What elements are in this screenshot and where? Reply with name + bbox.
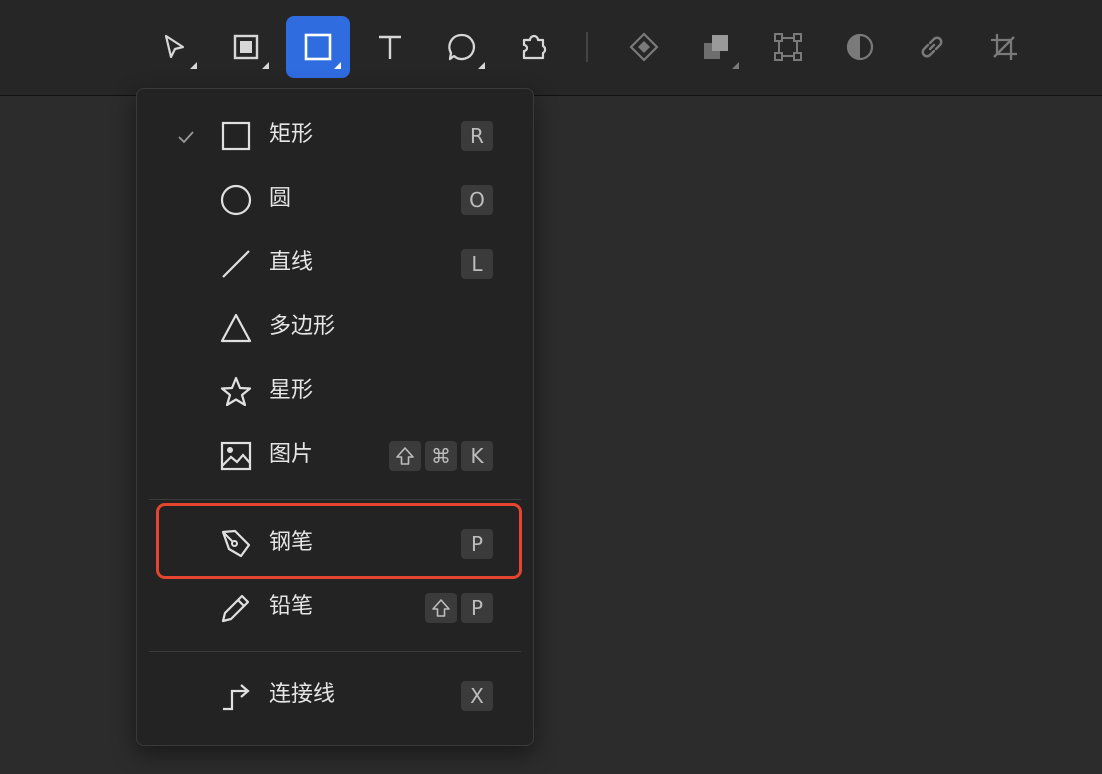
menu-item-label: 连接线 (269, 682, 336, 707)
menu-item-image[interactable]: 图片 ⌘ K (137, 430, 533, 482)
shift-key-icon (425, 593, 457, 623)
menu-item-connector[interactable]: 连接线 X (137, 670, 533, 722)
dropdown-corner-icon (732, 62, 739, 69)
move-tool-button[interactable] (142, 16, 206, 78)
dropdown-corner-icon (334, 62, 341, 69)
text-T-icon (379, 35, 401, 59)
text-tool-button[interactable] (358, 16, 422, 78)
link-tool-button[interactable] (900, 16, 964, 78)
component-tool-button[interactable] (612, 16, 676, 78)
menu-item-line[interactable]: 直线 L (137, 238, 533, 290)
menu-item-label: 多边形 (269, 314, 336, 339)
vector-points-icon (774, 33, 802, 61)
menu-separator (149, 499, 521, 500)
puzzle-piece-icon (522, 34, 547, 60)
pen-highlight-outline (156, 503, 522, 579)
dropdown-corner-icon (478, 62, 485, 69)
crop-icon (991, 34, 1017, 60)
comment-tool-button[interactable] (430, 16, 494, 78)
checkmark-icon (178, 131, 194, 144)
plugin-tool-button[interactable] (502, 16, 566, 78)
diamond-icon (629, 32, 659, 62)
menu-item-label: 铅笔 (269, 594, 314, 619)
rectangle-icon (304, 33, 332, 61)
shortcut-key: O (461, 185, 493, 215)
menu-item-circle[interactable]: 圆 O (137, 174, 533, 226)
menu-item-label: 矩形 (269, 122, 314, 147)
crop-tool-button[interactable] (972, 16, 1036, 78)
shortcut-key: X (461, 681, 493, 711)
frame-tool-button[interactable] (214, 16, 278, 78)
shape-tool-button[interactable] (286, 16, 350, 78)
shortcut-keys: R (461, 121, 493, 151)
boolean-squares-icon (704, 35, 728, 59)
shortcut-keys: X (461, 681, 493, 711)
shortcut-keys: L (461, 249, 493, 279)
menu-item-pencil[interactable]: 铅笔 P (137, 582, 533, 634)
vector-edit-tool-button[interactable] (756, 16, 820, 78)
shortcut-key: K (461, 441, 493, 471)
star-icon (220, 376, 252, 407)
toolbar-divider (586, 32, 588, 62)
shortcut-keys: O (461, 185, 493, 215)
menu-item-rectangle[interactable]: 矩形 R (137, 110, 533, 162)
menu-item-label: 直线 (269, 250, 314, 275)
menu-item-label: 图片 (269, 442, 314, 467)
shift-key-icon (389, 441, 421, 471)
link-icon (921, 36, 943, 58)
boolean-tool-button[interactable] (684, 16, 748, 78)
dropdown-corner-icon (262, 62, 269, 69)
shortcut-keys: P (425, 593, 493, 623)
shape-tools-menu: 矩形 R 圆 O 直线 L 多边形 星形 图片 ⌘ K 钢笔 P 铅笔 P 连接… (136, 88, 534, 746)
shortcut-key: P (461, 593, 493, 623)
cursor-arrow-icon (164, 34, 185, 59)
rectangle-icon (221, 121, 251, 151)
frame-square-icon (233, 34, 259, 60)
menu-separator (149, 651, 521, 652)
pencil-icon (221, 594, 250, 623)
shortcut-keys: ⌘ K (389, 441, 493, 471)
connector-icon (223, 684, 250, 711)
menu-item-polygon[interactable]: 多边形 (137, 302, 533, 354)
shortcut-key: L (461, 249, 493, 279)
image-icon (220, 441, 252, 471)
menu-item-star[interactable]: 星形 (137, 366, 533, 418)
triangle-icon (220, 313, 252, 343)
menu-item-label: 圆 (269, 186, 292, 211)
dropdown-corner-icon (190, 62, 197, 69)
speech-bubble-icon (448, 33, 476, 61)
line-icon (222, 250, 250, 278)
command-key-icon: ⌘ (425, 441, 457, 471)
top-toolbar (0, 0, 1102, 96)
shortcut-key: R (461, 121, 493, 151)
half-circle-icon (846, 33, 874, 61)
circle-icon (220, 184, 252, 216)
menu-item-label: 星形 (269, 378, 314, 403)
mask-tool-button[interactable] (828, 16, 892, 78)
